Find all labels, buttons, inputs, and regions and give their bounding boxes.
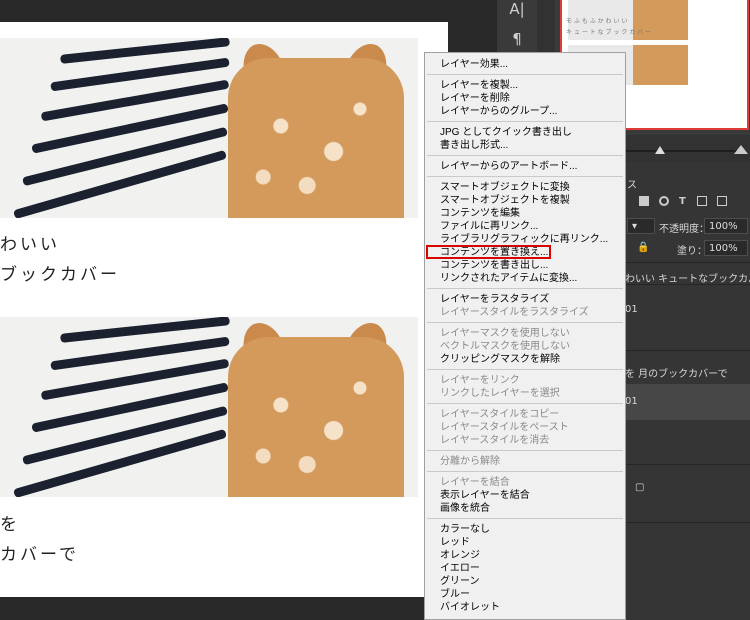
menu-item[interactable]: イエロー <box>440 562 480 575</box>
menu-separator <box>427 155 623 156</box>
photo-top <box>0 38 418 218</box>
caption-1: わいい <box>0 235 60 255</box>
menu-item[interactable]: コンテンツを書き出し... <box>440 259 548 272</box>
menu-separator <box>427 322 623 323</box>
menu-item[interactable]: レイヤーからのグループ... <box>440 105 557 118</box>
menu-item: ベクトルマスクを使用しない <box>440 341 570 352</box>
zoom-slider[interactable] <box>625 143 750 159</box>
layer-row-image-1[interactable]: 01 <box>625 304 750 315</box>
menu-item[interactable]: リンクされたアイテムに変換... <box>440 272 577 285</box>
adjustment-filter-icon[interactable] <box>659 196 669 206</box>
menu-item: レイヤースタイルをコピー <box>440 409 560 420</box>
menu-separator <box>427 369 623 370</box>
menu-item[interactable]: JPG としてクイック書き出し <box>440 126 572 139</box>
menu-item[interactable]: ブルー <box>440 588 470 601</box>
menu-separator <box>427 450 623 451</box>
menu-item: レイヤーを結合 <box>440 477 510 488</box>
menu-item[interactable]: 画像を統合 <box>440 502 490 515</box>
menu-item[interactable]: コンテンツを編集 <box>440 207 520 220</box>
fill-input[interactable]: 100% <box>704 240 748 256</box>
menu-separator <box>427 471 623 472</box>
smart-object-filter-icon[interactable] <box>717 196 727 206</box>
layer-row-text-1[interactable]: わいい キュートなブックカバー <box>625 270 750 285</box>
menu-item: レイヤーマスクを使用しない <box>440 328 570 339</box>
zoom-in-icon[interactable] <box>734 145 748 154</box>
caption-2: ブックカバー <box>0 265 120 285</box>
menu-separator <box>427 518 623 519</box>
menu-item[interactable]: バイオレット <box>440 601 500 614</box>
menu-item[interactable]: レッド <box>440 536 470 549</box>
menu-item[interactable]: カラーなし <box>440 523 490 536</box>
type-filter-icon[interactable]: T <box>679 196 686 207</box>
menu-item: レイヤーをリンク <box>440 375 520 386</box>
menu-item: リンクしたレイヤーを選択 <box>440 388 560 399</box>
layers-panel: ス T ▾ 不透明度： 100% 🔒 塗り： 100% わいい キュートなブック… <box>625 162 750 620</box>
group-folder-icon[interactable]: ▢ <box>635 482 750 493</box>
menu-separator <box>427 403 623 404</box>
menu-item[interactable]: 表示レイヤーを結合 <box>440 489 530 502</box>
menu-item[interactable]: 書き出し形式... <box>440 139 508 152</box>
filter-icons-row: T <box>625 196 750 214</box>
menu-item[interactable]: レイヤーを複製... <box>440 79 518 92</box>
menu-item[interactable]: スマートオブジェクトを複製 <box>440 194 570 207</box>
menu-item[interactable]: ファイルに再リンク... <box>440 220 538 233</box>
caption-3: を <box>0 515 20 535</box>
layer-context-menu[interactable]: レイヤー効果... レイヤーを複製... レイヤーを削除 レイヤーからのグループ...… <box>424 52 626 620</box>
menu-item: レイヤースタイルを消去 <box>440 435 550 446</box>
menu-item[interactable]: オレンジ <box>440 549 480 562</box>
menu-item[interactable]: レイヤーを削除 <box>440 92 510 105</box>
zoom-slider-handle[interactable] <box>655 146 665 154</box>
panel-tab[interactable]: ス <box>627 176 750 191</box>
menu-item-replace-contents[interactable]: コンテンツを置き換え... <box>440 246 548 259</box>
blend-mode-select[interactable]: ▾ <box>627 218 655 234</box>
menu-item[interactable]: レイヤー効果... <box>440 58 508 71</box>
menu-item[interactable]: レイヤーからのアートボード... <box>440 160 577 173</box>
menu-separator <box>427 288 623 289</box>
artboard[interactable]: わいい ブックカバー を カバーで <box>0 22 448 597</box>
layer-row-selected[interactable]: 01 <box>625 384 750 420</box>
menu-item[interactable]: レイヤーをラスタライズ <box>440 293 549 306</box>
menu-item[interactable]: グリーン <box>440 575 480 588</box>
menu-separator <box>427 74 623 75</box>
menu-item[interactable]: スマートオブジェクトに変換 <box>440 181 570 194</box>
menu-item: レイヤースタイルをペースト <box>440 422 569 433</box>
type-icon[interactable]: A| <box>508 0 526 18</box>
photo-bottom <box>0 317 418 497</box>
canvas-area[interactable]: わいい ブックカバー を カバーで <box>0 0 497 620</box>
layer-row-text-2[interactable]: を 月のブックカバーで <box>625 365 750 380</box>
menu-item: 分離から解除 <box>440 456 500 467</box>
paragraph-icon[interactable]: ¶ <box>508 30 526 48</box>
navigator-thumb-text-1: モ ふ も ふ か わ い い <box>566 18 628 25</box>
menu-separator <box>427 176 623 177</box>
menu-separator <box>427 121 623 122</box>
menu-item: レイヤースタイルをラスタライズ <box>440 307 589 318</box>
opacity-input[interactable]: 100% <box>704 218 748 234</box>
pixel-filter-icon[interactable] <box>639 196 649 206</box>
menu-item[interactable]: クリッピングマスクを解除 <box>440 353 560 366</box>
shape-filter-icon[interactable] <box>697 196 707 206</box>
caption-4: カバーで <box>0 545 79 565</box>
navigator-thumb-text-2: キ ュ ー ト な ブ ッ ク カ バ ー <box>566 29 652 36</box>
layer-row-image-2: 01 <box>625 396 638 407</box>
